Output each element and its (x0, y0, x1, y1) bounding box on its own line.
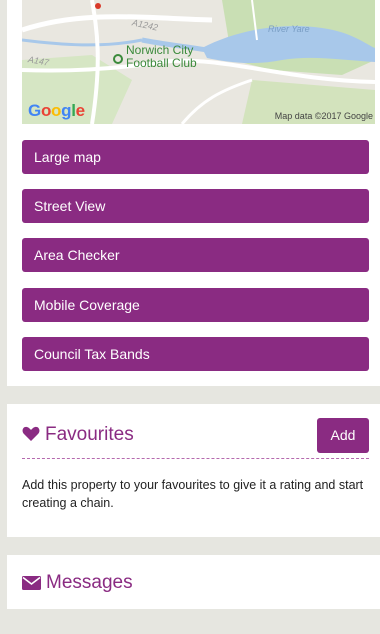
messages-title-text: Messages (46, 572, 133, 593)
google-logo-letter: o (40, 101, 52, 120)
location-card: A1242 A147 River Yare Norwich City Footb… (7, 0, 380, 386)
favourites-description: Add this property to your favourites to … (22, 478, 364, 510)
heart-icon (22, 426, 40, 448)
favourites-card: Favourites Add Add this property to your… (7, 404, 380, 537)
favourites-title: Favourites (22, 424, 134, 448)
google-logo-letter: g (61, 101, 72, 120)
google-logo-letter: G (28, 101, 41, 120)
street-view-button[interactable]: Street View (22, 189, 369, 223)
messages-title[interactable]: Messages (22, 572, 133, 596)
envelope-icon (22, 574, 41, 596)
poi-label: Norwich City Football Club (126, 44, 197, 70)
google-logo-letter: e (75, 101, 85, 120)
favourites-header: Favourites Add (22, 418, 369, 459)
large-map-button[interactable]: Large map (22, 140, 369, 174)
area-checker-button[interactable]: Area Checker (22, 238, 369, 272)
messages-card: Messages (7, 555, 380, 609)
council-tax-bands-button[interactable]: Council Tax Bands (22, 337, 369, 371)
add-favourite-button[interactable]: Add (317, 418, 369, 453)
favourites-title-text: Favourites (45, 424, 134, 445)
river-label: River Yare (268, 24, 310, 34)
google-logo-letter: o (51, 101, 62, 120)
google-logo: Google (28, 101, 85, 121)
map-credit: Map data ©2017 Google (274, 111, 373, 121)
poi-label-line: Football Club (126, 56, 197, 70)
mobile-coverage-button[interactable]: Mobile Coverage (22, 288, 369, 322)
map-view[interactable]: A1242 A147 River Yare Norwich City Footb… (22, 0, 375, 124)
